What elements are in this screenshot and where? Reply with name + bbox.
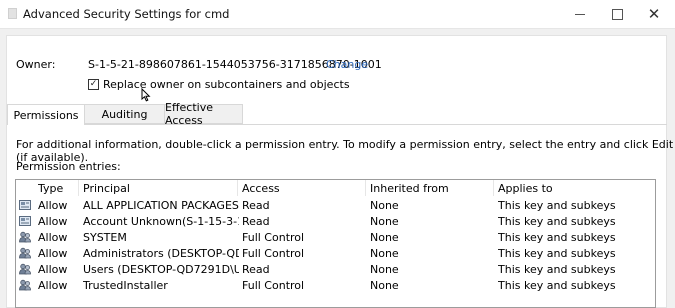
table-row[interactable]: Allow ALL APPLICATION PACKAGES Read None…	[16, 197, 655, 213]
table-row[interactable]: Allow Users (DESKTOP-QD7291D\Users) Read…	[16, 261, 655, 277]
column-separator[interactable]	[493, 180, 494, 196]
row-access: Read	[242, 199, 270, 212]
users-icon	[19, 263, 31, 275]
title-bar: Advanced Security Settings for cmd ✕	[0, 0, 675, 29]
close-button[interactable]: ✕	[636, 0, 672, 28]
table-row[interactable]: Allow Account Unknown(S-1-15-3-102... Re…	[16, 213, 655, 229]
column-header-principal[interactable]: Principal	[83, 182, 239, 195]
users-icon	[19, 231, 31, 243]
row-inherited-from: None	[370, 215, 399, 228]
row-type: Allow	[38, 247, 68, 260]
table-row[interactable]: Allow TrustedInstaller Full Control None…	[16, 277, 655, 293]
mouse-cursor-icon	[141, 88, 151, 102]
row-principal: Account Unknown(S-1-15-3-102...	[83, 215, 239, 228]
row-inherited-from: None	[370, 247, 399, 260]
column-header-access[interactable]: Access	[242, 182, 362, 195]
row-type: Allow	[38, 231, 68, 244]
row-access: Read	[242, 215, 270, 228]
row-type: Allow	[38, 215, 68, 228]
replace-owner-checkbox[interactable]: ✓	[88, 79, 99, 90]
tab-auditing[interactable]: Auditing	[85, 104, 165, 124]
owner-label: Owner:	[16, 58, 56, 71]
minimize-button[interactable]	[562, 0, 598, 28]
row-inherited-from: None	[370, 263, 399, 276]
window-title: Advanced Security Settings for cmd	[23, 7, 230, 21]
group-icon	[19, 199, 31, 211]
window-icon	[8, 8, 17, 19]
list-header: Type Principal Access Inherited from App…	[16, 180, 655, 196]
change-owner-link[interactable]: Change	[326, 58, 368, 71]
row-inherited-from: None	[370, 279, 399, 292]
row-inherited-from: None	[370, 231, 399, 244]
table-row[interactable]: Allow SYSTEM Full Control None This key …	[16, 229, 655, 245]
row-applies-to: This key and subkeys	[498, 231, 616, 244]
row-principal: Administrators (DESKTOP-QD72...	[83, 247, 239, 260]
row-access: Full Control	[242, 247, 305, 260]
table-row[interactable]: Allow Administrators (DESKTOP-QD72... Fu…	[16, 245, 655, 261]
users-icon	[19, 279, 31, 291]
row-applies-to: This key and subkeys	[498, 247, 616, 260]
permission-entries-label: Permission entries:	[16, 160, 121, 173]
users-icon	[19, 247, 31, 259]
column-header-type[interactable]: Type	[38, 182, 78, 195]
row-type: Allow	[38, 263, 68, 276]
row-inherited-from: None	[370, 199, 399, 212]
column-header-inherited-from[interactable]: Inherited from	[370, 182, 490, 195]
column-separator[interactable]	[237, 180, 238, 196]
row-access: Full Control	[242, 279, 305, 292]
permission-entries-list[interactable]: Type Principal Access Inherited from App…	[15, 179, 656, 308]
tab-effective-access[interactable]: Effective Access	[165, 101, 243, 127]
row-principal: TrustedInstaller	[83, 279, 168, 292]
row-applies-to: This key and subkeys	[498, 263, 616, 276]
row-applies-to: This key and subkeys	[498, 199, 616, 212]
row-access: Full Control	[242, 231, 305, 244]
minimize-icon	[575, 13, 585, 15]
checkmark-icon: ✓	[89, 79, 98, 89]
row-principal: Users (DESKTOP-QD7291D\Users)	[83, 263, 239, 276]
close-icon: ✕	[647, 4, 661, 23]
row-access: Read	[242, 263, 270, 276]
row-type: Allow	[38, 199, 68, 212]
group-icon	[19, 215, 31, 227]
tab-divider	[85, 124, 667, 125]
row-type: Allow	[38, 279, 68, 292]
row-principal: SYSTEM	[83, 231, 127, 244]
maximize-icon	[611, 8, 623, 20]
column-separator[interactable]	[78, 180, 79, 196]
row-applies-to: This key and subkeys	[498, 279, 616, 292]
row-principal: ALL APPLICATION PACKAGES	[83, 199, 239, 212]
column-separator[interactable]	[365, 180, 366, 196]
maximize-button[interactable]	[599, 0, 635, 28]
column-header-applies-to[interactable]: Applies to	[498, 182, 648, 195]
row-applies-to: This key and subkeys	[498, 215, 616, 228]
tab-permissions[interactable]: Permissions	[7, 104, 85, 125]
replace-owner-label[interactable]: Replace owner on subcontainers and objec…	[103, 78, 350, 91]
